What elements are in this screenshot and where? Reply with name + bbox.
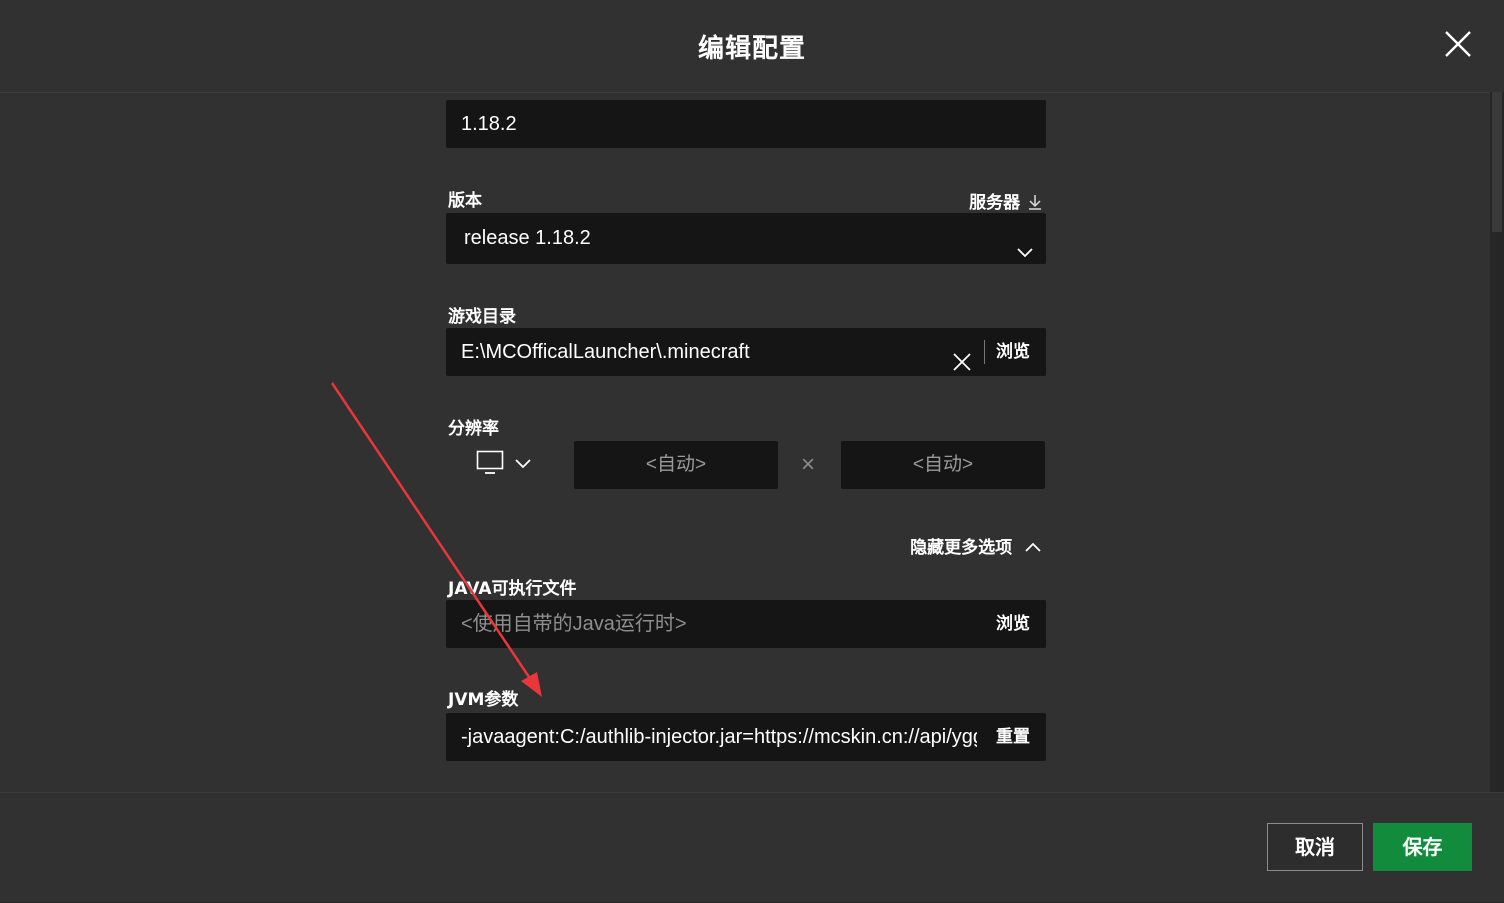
java-browse-button[interactable]: 浏览 <box>996 600 1030 648</box>
version-label: 版本 <box>448 191 482 211</box>
dialog-header: 编辑配置 <box>0 0 1504 93</box>
resolution-height-input[interactable]: <自动> <box>841 441 1045 489</box>
dialog-title: 编辑配置 <box>697 34 806 64</box>
java-label: JAVA可执行文件 <box>448 579 577 599</box>
jvm-args-value: -javaagent:C:/authlib-injector.jar=https… <box>461 726 977 748</box>
hide-more-options-label: 隐藏更多选项 <box>910 538 1013 558</box>
hide-more-options-toggle[interactable]: 隐藏更多选项 <box>910 533 1042 558</box>
java-placeholder: <使用自带的Java运行时> <box>461 613 687 635</box>
edit-config-dialog: 编辑配置 1.18.2 版本 服务器 release 1.18.2 游戏目录 E… <box>0 0 1504 902</box>
chevron-down-icon <box>1016 230 1034 281</box>
download-arrow-icon <box>1028 194 1042 215</box>
game-dir-input[interactable]: E:\MCOfficalLauncher\.minecraft 浏览 <box>446 328 1046 376</box>
resolution-separator: × <box>801 451 816 478</box>
clear-icon[interactable] <box>952 342 972 390</box>
cancel-button[interactable]: 取消 <box>1267 823 1363 871</box>
config-form: 1.18.2 版本 服务器 release 1.18.2 游戏目录 E:\MCO… <box>446 92 1046 792</box>
resolution-width-input[interactable]: <自动> <box>574 441 778 489</box>
scrollbar[interactable] <box>1490 92 1504 792</box>
name-value: 1.18.2 <box>461 113 517 135</box>
game-dir-label: 游戏目录 <box>448 307 516 327</box>
monitor-icon <box>476 450 504 481</box>
game-dir-browse-button[interactable]: 浏览 <box>996 328 1030 376</box>
monitor-selector[interactable] <box>476 450 532 481</box>
java-input[interactable]: <使用自带的Java运行时> 浏览 <box>446 600 1046 648</box>
chevron-down-icon <box>514 457 532 475</box>
resolution-label: 分辨率 <box>448 419 499 439</box>
game-dir-value: E:\MCOfficalLauncher\.minecraft <box>461 341 750 363</box>
chevron-up-icon <box>1024 538 1042 558</box>
jvm-label: JVM参数 <box>448 690 519 710</box>
name-input[interactable]: 1.18.2 <box>446 100 1046 148</box>
scrollbar-thumb[interactable] <box>1492 92 1502 232</box>
jvm-reset-button[interactable]: 重置 <box>996 713 1030 761</box>
version-value: release 1.18.2 <box>464 227 591 249</box>
server-link-label: 服务器 <box>969 193 1021 213</box>
dialog-footer: 取消 保存 <box>0 792 1504 903</box>
server-link[interactable]: 服务器 <box>969 188 1042 215</box>
jvm-args-input[interactable]: -javaagent:C:/authlib-injector.jar=https… <box>446 713 1046 761</box>
close-icon[interactable] <box>1442 28 1474 60</box>
divider <box>984 340 985 364</box>
version-select[interactable]: release 1.18.2 <box>446 213 1046 264</box>
save-button[interactable]: 保存 <box>1373 823 1472 871</box>
